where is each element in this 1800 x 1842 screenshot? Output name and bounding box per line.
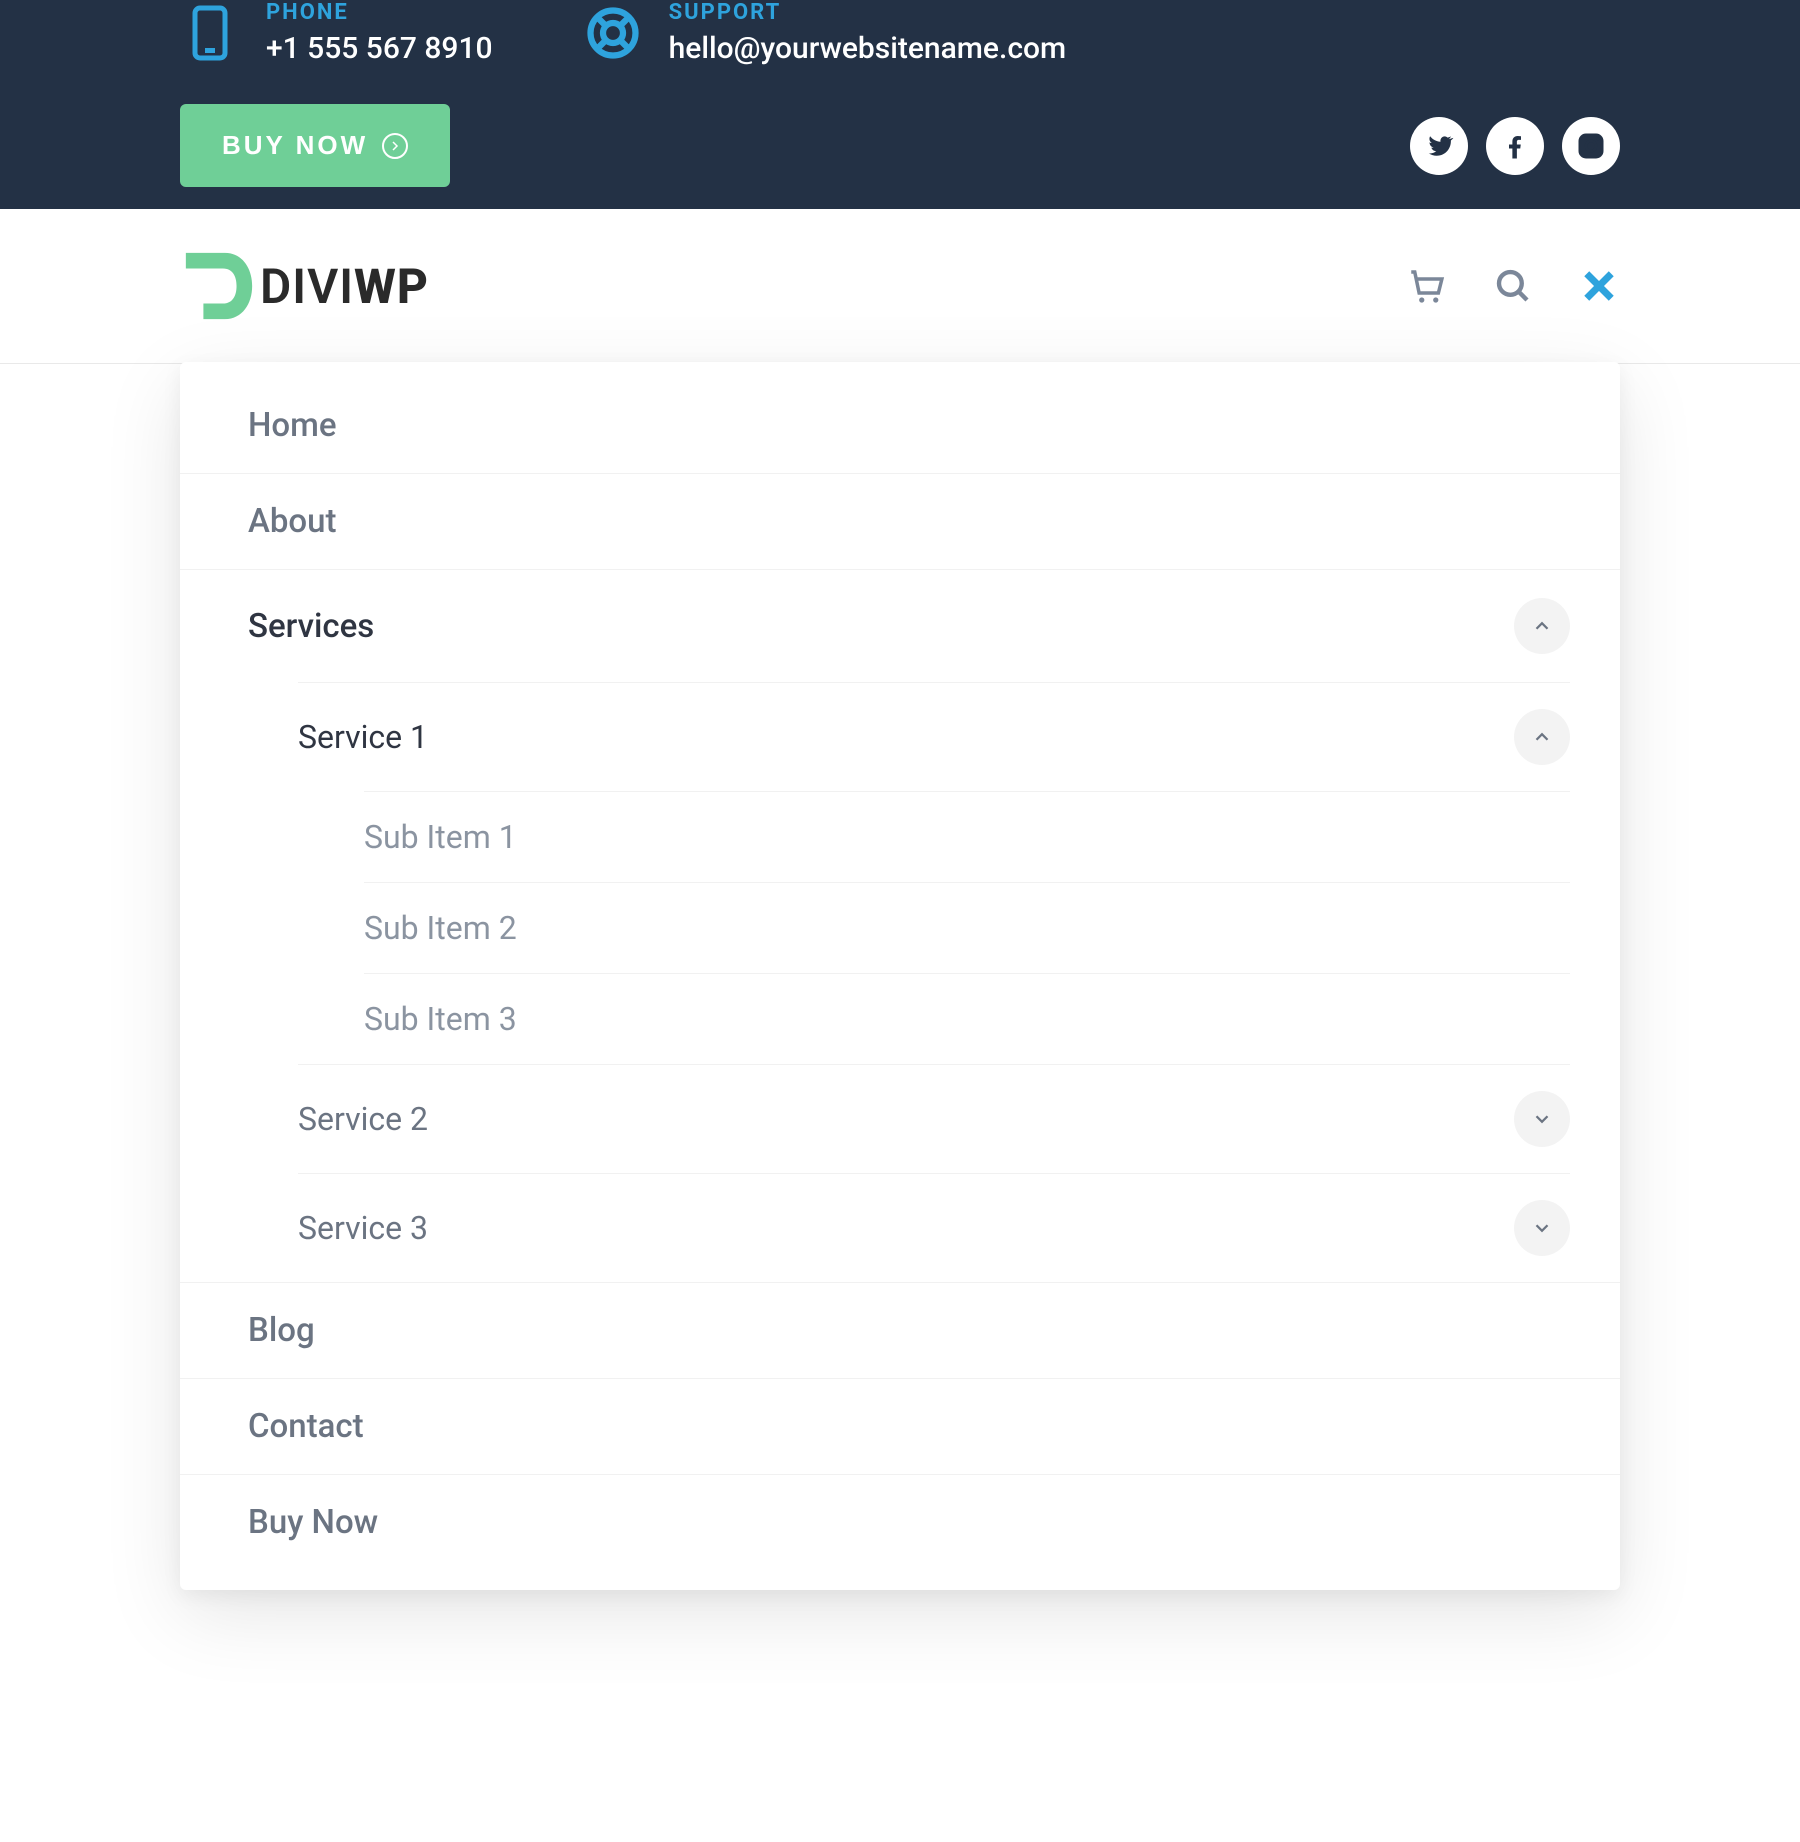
logo[interactable]: DIVIWP: [180, 247, 429, 325]
search-icon[interactable]: [1492, 265, 1534, 307]
twitter-icon[interactable]: [1410, 117, 1468, 175]
support-value[interactable]: hello@yourwebsitename.com: [669, 31, 1067, 66]
menu-item-contact[interactable]: Contact: [180, 1379, 1620, 1474]
menu-item-home[interactable]: Home: [180, 378, 1620, 473]
menu-label: Buy Now: [248, 1503, 378, 1542]
buy-now-label: BUY NOW: [222, 130, 368, 161]
subsubmenu-item-sub-1[interactable]: Sub Item 1: [364, 791, 1570, 882]
submenu-item-service-2[interactable]: Service 2: [298, 1065, 1570, 1173]
menu-label: Home: [248, 406, 337, 445]
menu-label: Services: [248, 607, 374, 646]
menu-item-about[interactable]: About: [180, 474, 1620, 569]
menu-item-blog[interactable]: Blog: [180, 1283, 1620, 1378]
chevron-down-icon[interactable]: [1514, 1200, 1570, 1256]
contact-row: PHONE +1 555 567 8910 S: [180, 0, 1620, 66]
submenu-label: Service 1: [298, 718, 428, 756]
support-label: SUPPORT: [669, 0, 1067, 25]
subsubmenu-label: Sub Item 2: [364, 909, 517, 947]
logo-text: DIVIWP: [260, 258, 429, 315]
phone-icon: [180, 3, 240, 63]
contact-support: SUPPORT hello@yourwebsitename.com: [583, 0, 1067, 66]
menu-label: Contact: [248, 1407, 364, 1446]
chevron-down-icon[interactable]: [1514, 1091, 1570, 1147]
social-links: [1410, 117, 1620, 175]
menu-label: Blog: [248, 1311, 315, 1350]
submenu-item-service-1[interactable]: Service 1: [298, 683, 1570, 791]
buy-now-button[interactable]: BUY NOW: [180, 104, 450, 187]
header: DIVIWP: [0, 209, 1800, 364]
subsubmenu-label: Sub Item 1: [364, 818, 517, 856]
arrow-right-circle-icon: [382, 133, 408, 159]
lifebuoy-icon: [583, 3, 643, 63]
instagram-icon[interactable]: [1562, 117, 1620, 175]
submenu-item-service-3[interactable]: Service 3: [298, 1174, 1570, 1282]
menu-label: About: [248, 502, 337, 541]
chevron-up-icon[interactable]: [1514, 709, 1570, 765]
menu-item-services[interactable]: Services: [180, 570, 1620, 682]
close-icon[interactable]: [1578, 265, 1620, 307]
submenu-label: Service 3: [298, 1209, 428, 1247]
subsubmenu-item-sub-2[interactable]: Sub Item 2: [364, 882, 1570, 973]
phone-value[interactable]: +1 555 567 8910: [266, 31, 493, 66]
mobile-menu-panel: Home About Services Se: [180, 362, 1620, 1590]
facebook-icon[interactable]: [1486, 117, 1544, 175]
submenu-label: Service 2: [298, 1100, 428, 1138]
subsubmenu-item-sub-3[interactable]: Sub Item 3: [364, 973, 1570, 1064]
header-actions: [1406, 265, 1620, 307]
topbar: PHONE +1 555 567 8910 S: [0, 0, 1800, 209]
menu-item-buy-now[interactable]: Buy Now: [180, 1475, 1620, 1570]
phone-label: PHONE: [266, 0, 493, 25]
chevron-up-icon[interactable]: [1514, 598, 1570, 654]
logo-mark-icon: [180, 247, 258, 325]
cart-icon[interactable]: [1406, 265, 1448, 307]
contact-phone: PHONE +1 555 567 8910: [180, 0, 493, 66]
subsubmenu-label: Sub Item 3: [364, 1000, 517, 1038]
